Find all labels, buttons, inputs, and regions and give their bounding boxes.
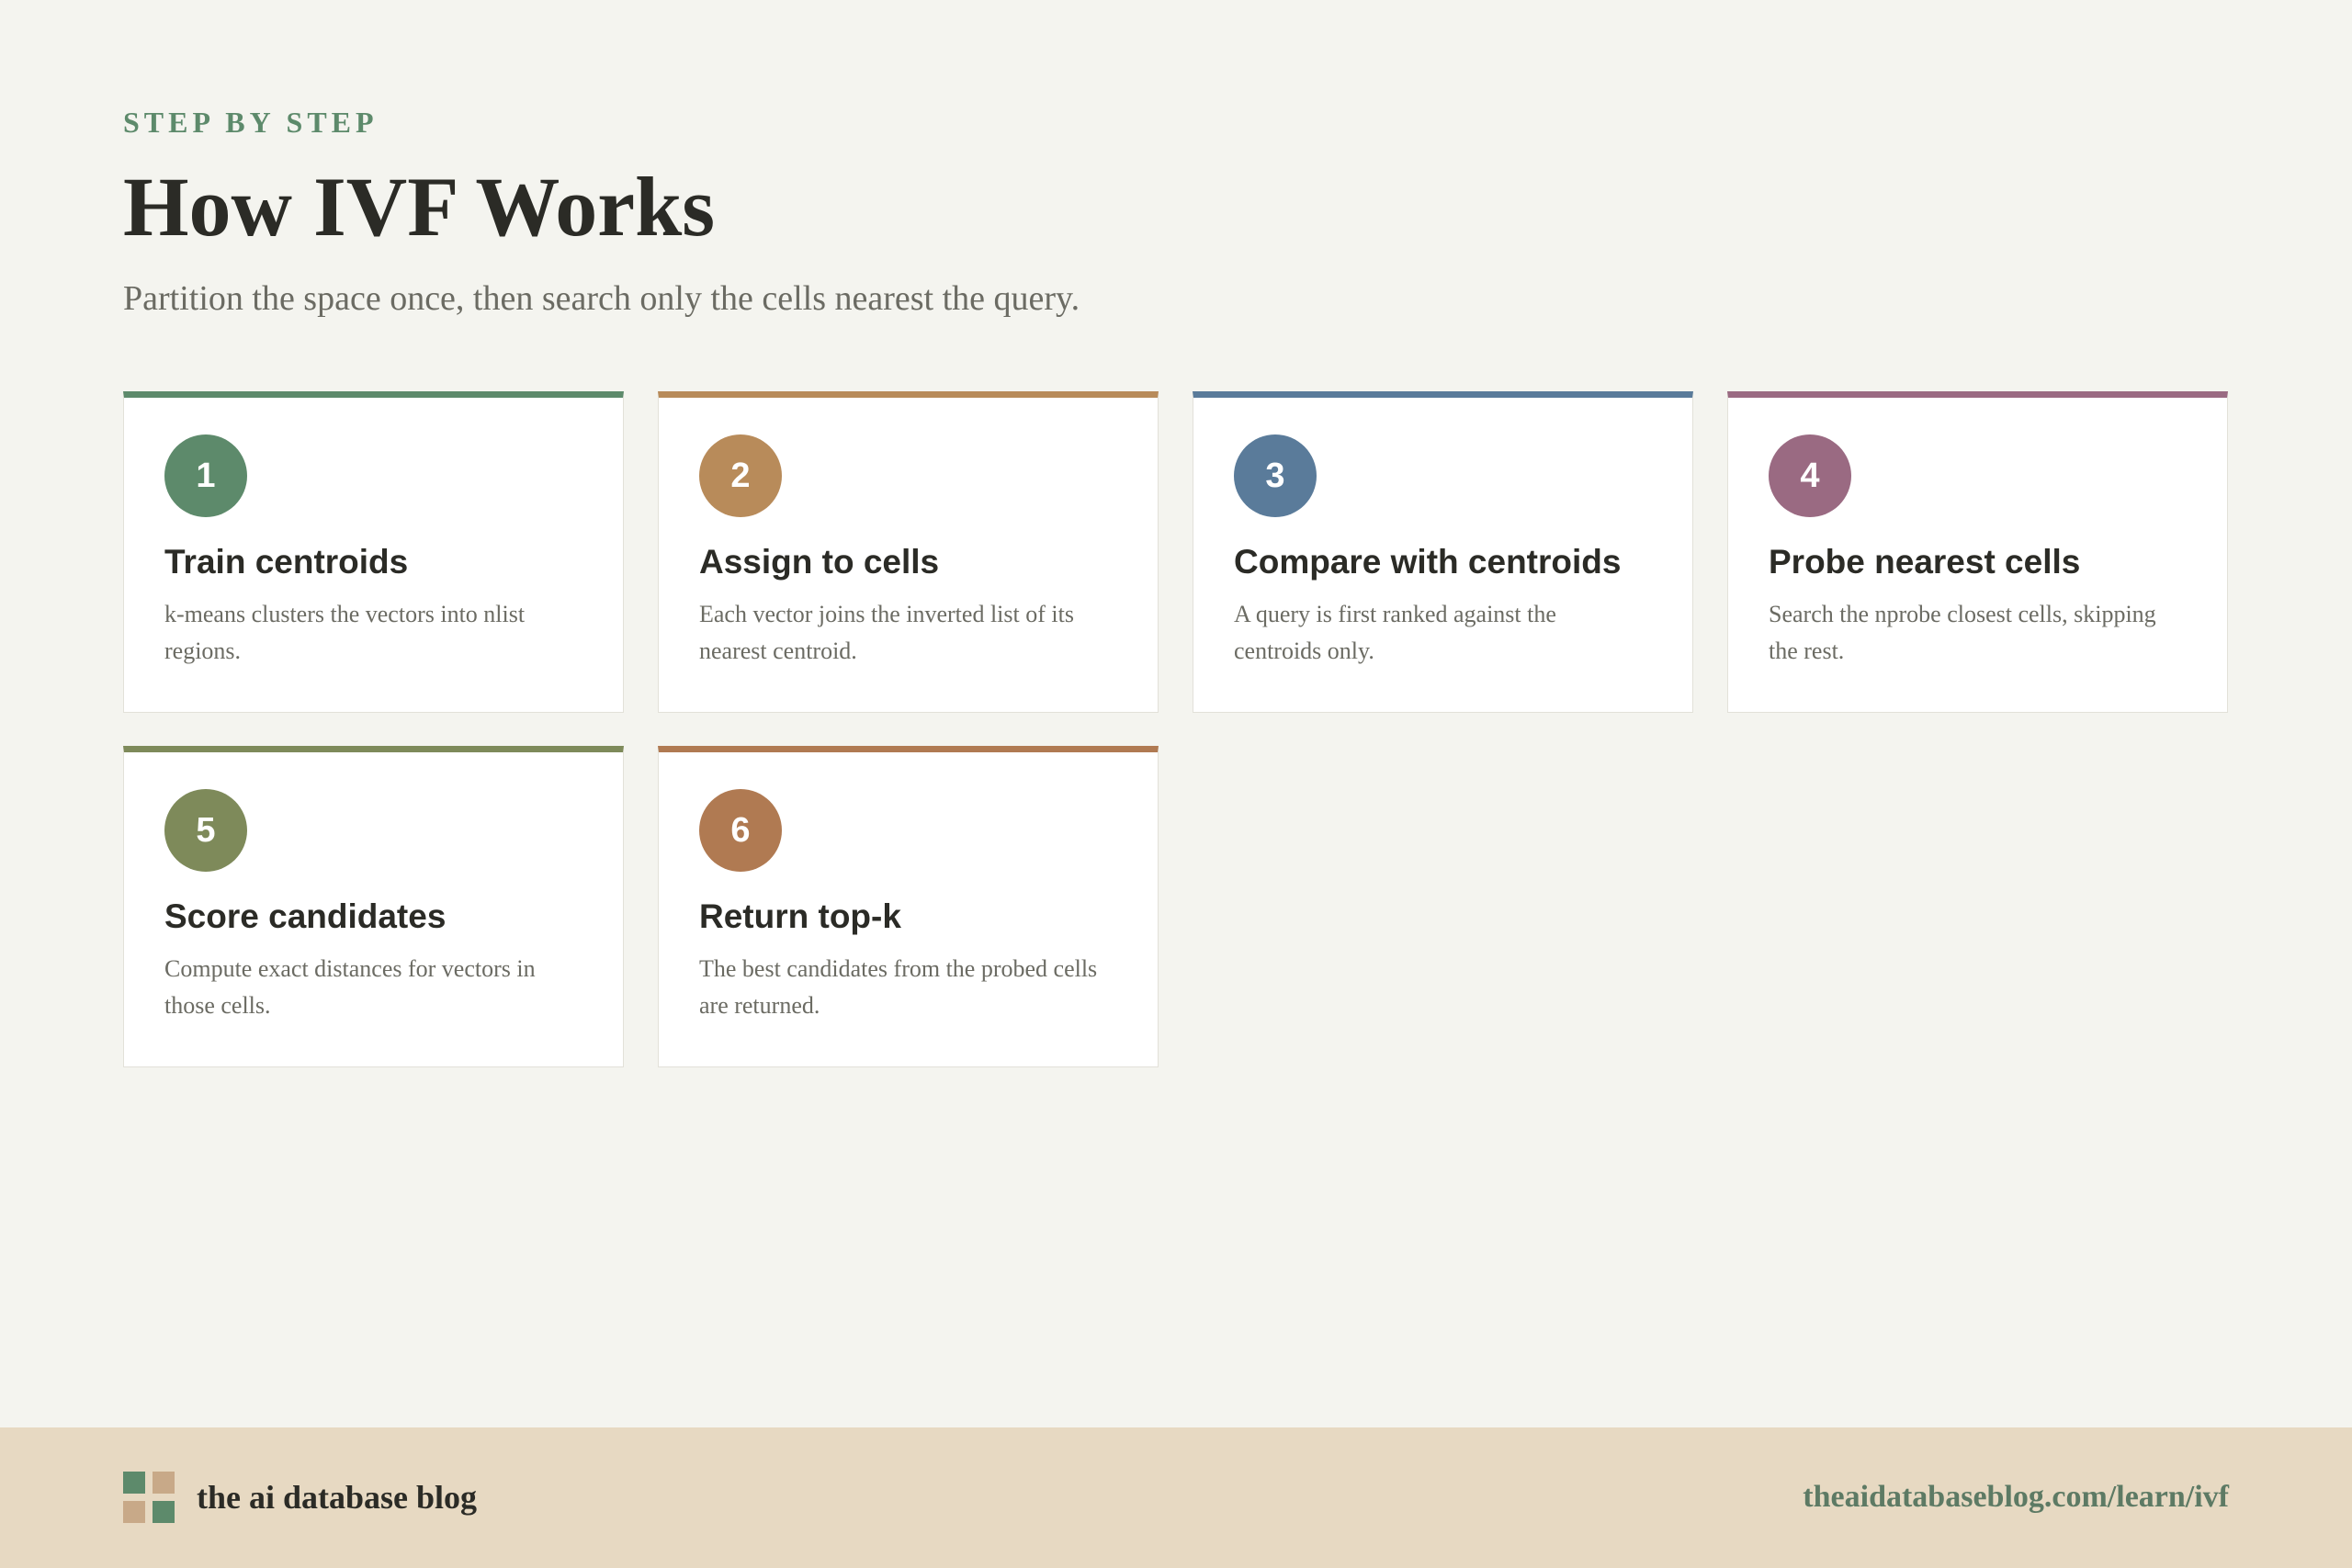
- step-description: Each vector joins the inverted list of i…: [699, 601, 1074, 664]
- page-subtitle: Partition the space once, then search on…: [123, 279, 1080, 318]
- step-card: 1 Train centroids k-means clusters the v…: [123, 391, 624, 713]
- brand-name: the ai database blog: [197, 1479, 478, 1516]
- step-card: 3 Compare with centroids A query is firs…: [1193, 391, 1693, 713]
- footer-url-link[interactable]: theaidatabaseblog.com/learn/ivf: [1803, 1475, 2229, 1519]
- step-number-badge: 4: [1769, 434, 1851, 517]
- step-number-badge: 6: [699, 789, 782, 872]
- step-number-badge: 1: [164, 434, 247, 517]
- step-number-badge: 3: [1234, 434, 1317, 517]
- step-description: k-means clusters the vectors into nlist …: [164, 601, 526, 664]
- page-title: How IVF Works: [123, 160, 716, 254]
- step-card: 2 Assign to cells Each vector joins the …: [658, 391, 1159, 713]
- step-card: 6 Return top-k The best candidates from …: [658, 746, 1159, 1067]
- step-title: Assign to cells: [699, 543, 940, 581]
- step-card: 4 Probe nearest cells Search the nprobe …: [1727, 391, 2228, 713]
- footer: the ai database blog theaidatabaseblog.c…: [0, 1427, 2352, 1568]
- step-card: 5 Score candidates Compute exact distanc…: [123, 746, 624, 1067]
- step-title: Compare with centroids: [1234, 543, 1622, 581]
- step-description: A query is first ranked against the cent…: [1234, 601, 1556, 664]
- logo-square: [153, 1472, 175, 1494]
- step-title: Train centroids: [164, 543, 409, 581]
- steps-grid: 1 Train centroids k-means clusters the v…: [123, 391, 2229, 1067]
- step-description: Search the nprobe closest cells, skippin…: [1769, 601, 2156, 664]
- step-title: Probe nearest cells: [1769, 543, 2081, 581]
- step-title: Score candidates: [164, 897, 447, 935]
- logo-square: [123, 1472, 145, 1494]
- step-number-badge: 2: [699, 434, 782, 517]
- step-description: Compute exact distances for vectors in t…: [164, 955, 536, 1019]
- step-number-badge: 5: [164, 789, 247, 872]
- logo-square: [123, 1501, 145, 1523]
- four-square-grid-icon: [123, 1472, 175, 1523]
- step-title: Return top-k: [699, 897, 901, 935]
- step-description: The best candidates from the probed cell…: [699, 955, 1098, 1019]
- logo-square: [153, 1501, 175, 1523]
- eyebrow-label: STEP BY STEP: [123, 106, 379, 139]
